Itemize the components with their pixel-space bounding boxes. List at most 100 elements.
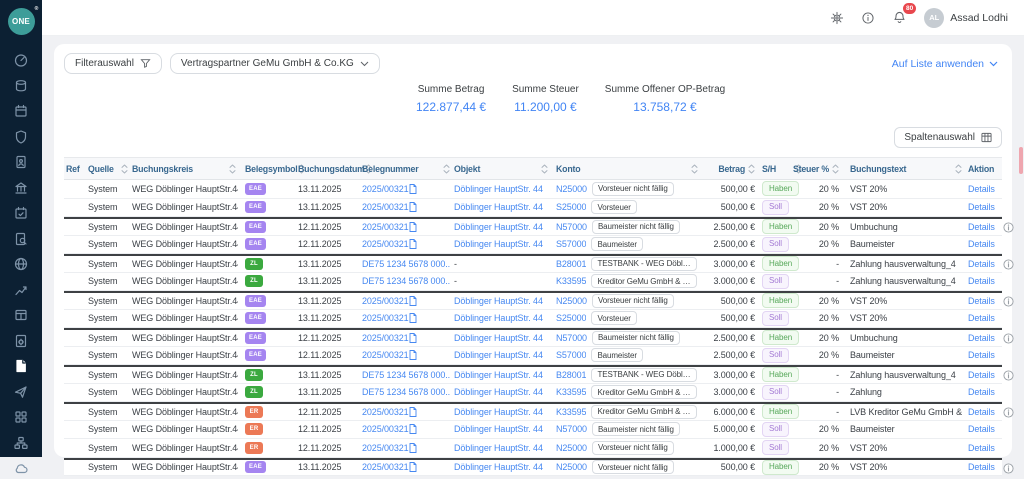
belegnummer-link[interactable]: 2025/00321 [362,202,409,212]
belegnummer-link[interactable]: DE75 1234 5678 000... [362,276,450,286]
reports-icon[interactable] [8,282,34,298]
belegnummer-link[interactable]: DE75 1234 5678 000... [362,370,450,380]
col-header-quelle[interactable]: Quelle [86,164,130,174]
document-icon[interactable] [409,239,417,249]
details-link[interactable]: Details [968,184,995,194]
row-info-icon[interactable] [1003,331,1014,342]
sort-icon[interactable] [748,164,755,174]
col-header-belegnummer[interactable]: Belegnummer [352,164,452,174]
objekt-link[interactable]: Döblinger HauptStr. 44 [454,313,543,323]
col-header-steuer-[interactable]: Steuer % [804,164,846,174]
details-link[interactable]: Details [968,333,995,343]
objekt-link[interactable]: Döblinger HauptStr. 44 [454,424,543,434]
belegnummer-link[interactable]: DE75 1234 5678 000... [362,387,450,397]
document-settings-icon[interactable] [8,333,34,349]
objekt-link[interactable]: Döblinger HauptStr. 44 [454,462,543,472]
contracts-icon[interactable] [8,78,34,94]
details-link[interactable]: Details [968,296,995,306]
row-info-icon[interactable] [1003,257,1014,268]
konto-code-link[interactable]: N57000 [556,222,587,232]
row-info-icon[interactable] [1003,461,1014,472]
details-link[interactable]: Details [968,313,995,323]
belegnummer-link[interactable]: 2025/00321 [362,424,409,434]
details-link[interactable]: Details [968,387,995,397]
objekt-link[interactable]: Döblinger HauptStr. 44 [454,350,543,360]
details-link[interactable]: Details [968,350,995,360]
document-icon[interactable] [409,313,417,323]
konto-code-link[interactable]: N25000 [556,443,587,453]
col-header-buchungstext[interactable]: Buchungstext [846,164,964,174]
active-filter-chip[interactable]: Vertragspartner GeMu GmbH & Co.KG [170,53,380,74]
objekt-link[interactable]: Döblinger HauptStr. 44 [454,296,543,306]
help-info-icon[interactable] [861,11,875,25]
notifications-bell-icon[interactable]: 80 [892,10,907,25]
belegnummer-link[interactable]: 2025/00321 [362,222,409,232]
document-search-icon[interactable] [8,231,34,247]
sort-icon[interactable] [832,164,839,174]
konto-code-link[interactable]: S57000 [556,239,586,249]
document-icon[interactable] [409,424,417,434]
tenant-file-icon[interactable] [8,154,34,170]
konto-code-link[interactable]: N57000 [556,333,587,343]
details-link[interactable]: Details [968,276,995,286]
details-link[interactable]: Details [968,370,995,380]
konto-code-link[interactable]: K33595 [556,407,586,417]
konto-code-link[interactable]: N25000 [556,296,587,306]
konto-code-link[interactable]: K33595 [556,276,586,286]
objekt-link[interactable]: Döblinger HauptStr. 44 [454,443,543,453]
document-icon[interactable] [409,462,417,472]
objekt-link[interactable]: Döblinger HauptStr. 44 [454,222,543,232]
details-link[interactable]: Details [968,259,995,269]
objekt-link[interactable]: Döblinger HauptStr. 44 [454,370,543,380]
details-link[interactable]: Details [968,424,995,434]
document-icon[interactable] [409,296,417,306]
sort-icon[interactable] [955,164,962,174]
belegnummer-link[interactable]: 2025/00321 [362,407,409,417]
konto-code-link[interactable]: K33595 [556,387,586,397]
konto-code-link[interactable]: B28001 [556,370,586,380]
konto-code-link[interactable]: S57000 [556,350,586,360]
send-icon[interactable] [8,384,34,400]
konto-code-link[interactable]: N25000 [556,462,587,472]
col-header-buchungsdatum[interactable]: Buchungsdatum [278,164,352,174]
konto-code-link[interactable]: S25000 [556,313,586,323]
scrollbar-thumb[interactable] [1019,147,1023,174]
schedule-icon[interactable] [8,205,34,221]
org-chart-icon[interactable] [8,435,34,451]
konto-code-link[interactable]: B28001 [556,259,586,269]
document-icon[interactable] [409,202,417,212]
document-icon[interactable] [409,350,417,360]
objekt-link[interactable]: Döblinger HauptStr. 44 [454,407,543,417]
col-header-betrag[interactable]: Betrag [700,164,758,174]
objekt-link[interactable]: Döblinger HauptStr. 44 [454,202,543,212]
sort-icon[interactable] [229,164,236,174]
settings-gear-icon[interactable] [830,11,844,25]
sort-icon[interactable] [443,164,450,174]
konto-code-link[interactable]: N57000 [556,424,587,434]
details-link[interactable]: Details [968,462,995,472]
details-link[interactable]: Details [968,222,995,232]
app-logo[interactable]: ONE ® [0,0,42,42]
col-header-belegsymbol[interactable]: Belegsymbol [238,164,278,174]
belegnummer-link[interactable]: 2025/00321 [362,443,409,453]
document-icon[interactable] [409,407,417,417]
belegnummer-link[interactable]: 2025/00321 [362,350,409,360]
belegnummer-link[interactable]: 2025/00321 [362,313,409,323]
sort-icon[interactable] [541,164,548,174]
apps-icon[interactable] [8,409,34,425]
col-header-konto[interactable]: Konto [550,164,700,174]
sort-icon[interactable] [121,164,128,174]
objekt-link[interactable]: Döblinger HauptStr. 44 [454,239,543,249]
user-menu[interactable]: AL Assad Lodhi [924,8,1008,28]
document-icon[interactable] [409,333,417,343]
cloud-icon[interactable] [8,460,34,476]
objekt-link[interactable]: Döblinger HauptStr. 44 [454,184,543,194]
filter-select-button[interactable]: Filterauswahl [64,53,162,74]
bank-icon[interactable] [8,180,34,196]
details-link[interactable]: Details [968,407,995,417]
row-info-icon[interactable] [1003,405,1014,416]
row-info-icon[interactable] [1003,368,1014,379]
konto-code-link[interactable]: S25000 [556,202,586,212]
details-link[interactable]: Details [968,239,995,249]
objekt-link[interactable]: Döblinger HauptStr. 44 [454,333,543,343]
